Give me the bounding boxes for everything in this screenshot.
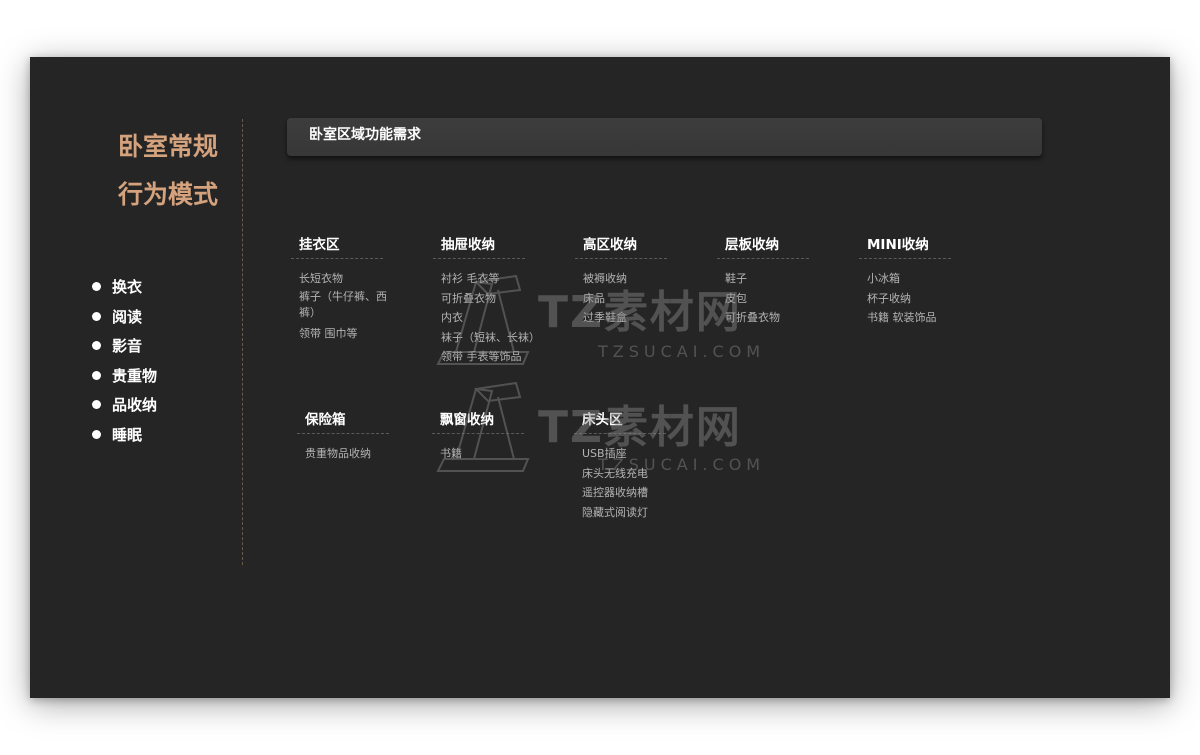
bullet-icon [92,370,101,380]
category-item: 裤子（牛仔裤、西裤） [299,289,387,319]
bullet-icon [92,429,101,439]
slide: 卧室常规 行为模式 换衣 阅读 影音 贵重物 品收纳 睡眠 卧室区域功能需求 挂… [30,57,1170,698]
section-title-line-2: 行为模式 [117,180,218,209]
category-item: 遥控器收纳槽 [582,486,648,499]
category-item: 杯子收纳 [867,291,911,305]
behavior-list: 换衣 阅读 影音 贵重物 品收纳 睡眠 [90,274,157,452]
category-bay-window: 飘窗收纳 书籍 [432,409,524,464]
category-item: 隐藏式阅读灯 [582,505,648,519]
category-item: 被褥收纳 [583,272,627,285]
behavior-item: 换衣 [90,274,157,304]
behavior-label: 品收纳 [112,396,158,415]
category-title: 挂衣区 [291,234,383,259]
behavior-label: 影音 [112,337,143,356]
bullet-icon [92,311,101,321]
category-title: 层板收纳 [717,234,809,259]
category-item: 可折叠衣物 [441,291,496,305]
category-title: 飘窗收纳 [432,409,524,434]
category-item: 皮包 [725,291,747,305]
behavior-label: 换衣 [112,278,143,296]
category-title: MINI收纳 [859,234,951,259]
category-item: 袜子（短袜、长袜） [441,330,540,344]
vertical-divider [242,119,243,565]
category-title: 高区收纳 [575,234,667,259]
category-item: 床头无线充电 [582,466,648,480]
category-items: 小冰箱 杯子收纳 书籍 软装饰品 [859,269,951,328]
category-shelf: 层板收纳 鞋子 皮包 可折叠衣物 [717,234,809,328]
behavior-item: 贵重物 [90,363,157,393]
category-high: 高区收纳 被褥收纳 床品 过季鞋盒 [575,234,667,328]
behavior-label: 贵重物 [112,366,158,385]
category-items: 被褥收纳 床品 过季鞋盒 [575,269,667,328]
bullet-icon [92,341,101,351]
category-items: 书籍 [432,444,524,464]
category-item: 衬衫 毛衣等 [441,272,500,285]
category-item: 书籍 [440,447,462,460]
section-title: 卧室常规 行为模式 [106,123,218,219]
category-item: 过季鞋盒 [583,311,627,324]
behavior-item: 品收纳 [90,392,157,422]
bullet-icon [92,282,101,291]
watermark-domain: TZSUCAI.COM [598,342,766,361]
category-title: 抽屉收纳 [433,234,525,259]
category-item: 领带 围巾等 [299,326,358,340]
section-title-line-1: 卧室常规 [117,132,218,161]
category-item: 内衣 [441,311,463,324]
category-bedside: 床头区 USB插座 床头无线充电 遥控器收纳槽 隐藏式阅读灯 [574,409,666,522]
category-item: 可折叠衣物 [725,311,780,324]
category-drawer: 抽屉收纳 衬衫 毛衣等 可折叠衣物 内衣 袜子（短袜、长袜） 领带 手表等饰品 [433,234,540,367]
category-item: 长短衣物 [299,272,343,285]
behavior-label: 阅读 [112,307,143,326]
category-items: 贵重物品收纳 [297,444,389,464]
category-hanging: 挂衣区 长短衣物 裤子（牛仔裤、西裤） 领带 围巾等 [291,234,387,343]
category-item: 小冰箱 [867,272,900,285]
category-title: 床头区 [574,409,666,434]
header-title: 卧室区域功能需求 [309,127,421,143]
category-items: 鞋子 皮包 可折叠衣物 [717,269,809,328]
category-item: USB插座 [582,447,627,460]
header-bar: 卧室区域功能需求 [287,118,1042,156]
category-items: 长短衣物 裤子（牛仔裤、西裤） 领带 围巾等 [291,269,387,343]
behavior-item: 睡眠 [90,422,157,452]
category-items: USB插座 床头无线充电 遥控器收纳槽 隐藏式阅读灯 [574,444,666,522]
category-item: 床品 [583,291,605,305]
category-item: 贵重物品收纳 [305,447,371,460]
category-items: 衬衫 毛衣等 可折叠衣物 内衣 袜子（短袜、长袜） 领带 手表等饰品 [433,269,540,367]
bullet-icon [92,400,101,410]
behavior-label: 睡眠 [112,425,143,444]
category-mini: MINI收纳 小冰箱 杯子收纳 书籍 软装饰品 [859,234,951,328]
behavior-item: 阅读 [90,304,157,334]
category-item: 领带 手表等饰品 [441,350,522,363]
category-item: 鞋子 [725,272,747,285]
category-title: 保险箱 [297,409,389,434]
category-item: 书籍 软装饰品 [867,311,937,324]
behavior-item: 影音 [90,333,157,363]
category-safe: 保险箱 贵重物品收纳 [297,409,389,464]
